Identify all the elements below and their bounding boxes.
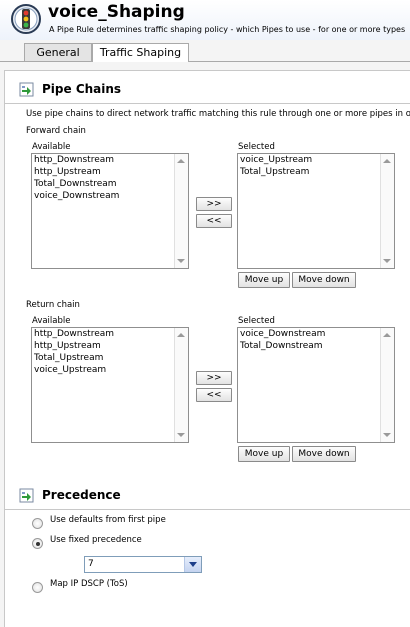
list-item[interactable]: voice_Upstream: [240, 154, 312, 166]
pipe-chains-description: Use pipe chains to direct network traffi…: [26, 109, 410, 119]
fixed-precedence-select[interactable]: 7: [84, 556, 202, 573]
forward-selected-label: Selected: [238, 142, 275, 152]
return-available-list[interactable]: http_Downstream http_Upstream Total_Upst…: [31, 327, 189, 443]
return-selected-label: Selected: [238, 316, 275, 326]
precedence-title: Precedence: [42, 488, 121, 502]
section-arrow-icon: [19, 82, 34, 97]
list-item[interactable]: voice_Downstream: [34, 190, 119, 202]
return-available-label: Available: [32, 316, 71, 326]
list-item[interactable]: http_Downstream: [34, 328, 114, 340]
list-item[interactable]: Total_Upstream: [240, 166, 312, 178]
forward-move-down-button[interactable]: Move down: [292, 272, 356, 288]
scrollbar[interactable]: [380, 154, 394, 268]
radio-map-dscp[interactable]: [32, 582, 43, 593]
chevron-down-icon[interactable]: [184, 557, 201, 572]
scrollbar[interactable]: [174, 328, 188, 442]
list-item[interactable]: http_Upstream: [34, 166, 119, 178]
forward-selected-list[interactable]: voice_Upstream Total_Upstream: [237, 153, 395, 269]
radio-map-dscp-label: Map IP DSCP (ToS): [50, 579, 128, 589]
scroll-up-icon[interactable]: [383, 333, 391, 337]
page-title: voice_Shaping: [48, 2, 185, 22]
list-item[interactable]: Total_Downstream: [240, 340, 325, 352]
list-item[interactable]: http_Upstream: [34, 340, 114, 352]
page-subtitle: A Pipe Rule determines traffic shaping p…: [49, 25, 406, 34]
return-chain-label: Return chain: [26, 300, 80, 310]
tab-bar: General Traffic Shaping: [0, 40, 410, 62]
radio-use-defaults[interactable]: [32, 518, 43, 529]
scroll-up-icon[interactable]: [177, 159, 185, 163]
forward-available-list[interactable]: http_Downstream http_Upstream Total_Down…: [31, 153, 189, 269]
header: voice_Shaping A Pipe Rule determines tra…: [0, 0, 410, 41]
forward-move-up-button[interactable]: Move up: [238, 272, 290, 288]
return-add-button[interactable]: >>: [196, 371, 232, 385]
return-move-up-button[interactable]: Move up: [238, 446, 290, 462]
section-divider: [4, 103, 410, 104]
forward-add-button[interactable]: >>: [196, 197, 232, 211]
section-divider: [4, 509, 410, 510]
list-item[interactable]: http_Downstream: [34, 154, 119, 166]
scrollbar[interactable]: [380, 328, 394, 442]
forward-chain-label: Forward chain: [26, 126, 86, 136]
radio-fixed-precedence-label: Use fixed precedence: [50, 535, 142, 545]
scroll-down-icon[interactable]: [177, 259, 185, 263]
scroll-up-icon[interactable]: [383, 159, 391, 163]
pipe-chains-title: Pipe Chains: [42, 82, 122, 96]
scroll-down-icon[interactable]: [177, 433, 185, 437]
fixed-precedence-value: 7: [88, 559, 94, 569]
radio-fixed-precedence[interactable]: [32, 538, 43, 549]
list-item[interactable]: voice_Downstream: [240, 328, 325, 340]
list-item[interactable]: voice_Upstream: [34, 364, 114, 376]
return-remove-button[interactable]: <<: [196, 388, 232, 402]
traffic-light-icon: [11, 4, 41, 34]
list-item[interactable]: Total_Upstream: [34, 352, 114, 364]
tab-traffic-shaping[interactable]: Traffic Shaping: [92, 43, 189, 62]
tab-general[interactable]: General: [24, 43, 92, 61]
scroll-down-icon[interactable]: [383, 259, 391, 263]
list-item[interactable]: Total_Downstream: [34, 178, 119, 190]
return-move-down-button[interactable]: Move down: [292, 446, 356, 462]
scroll-up-icon[interactable]: [177, 333, 185, 337]
scroll-down-icon[interactable]: [383, 433, 391, 437]
scrollbar[interactable]: [174, 154, 188, 268]
forward-remove-button[interactable]: <<: [196, 214, 232, 228]
return-selected-list[interactable]: voice_Downstream Total_Downstream: [237, 327, 395, 443]
radio-use-defaults-label: Use defaults from first pipe: [50, 515, 166, 525]
section-arrow-icon: [19, 488, 34, 503]
forward-available-label: Available: [32, 142, 71, 152]
